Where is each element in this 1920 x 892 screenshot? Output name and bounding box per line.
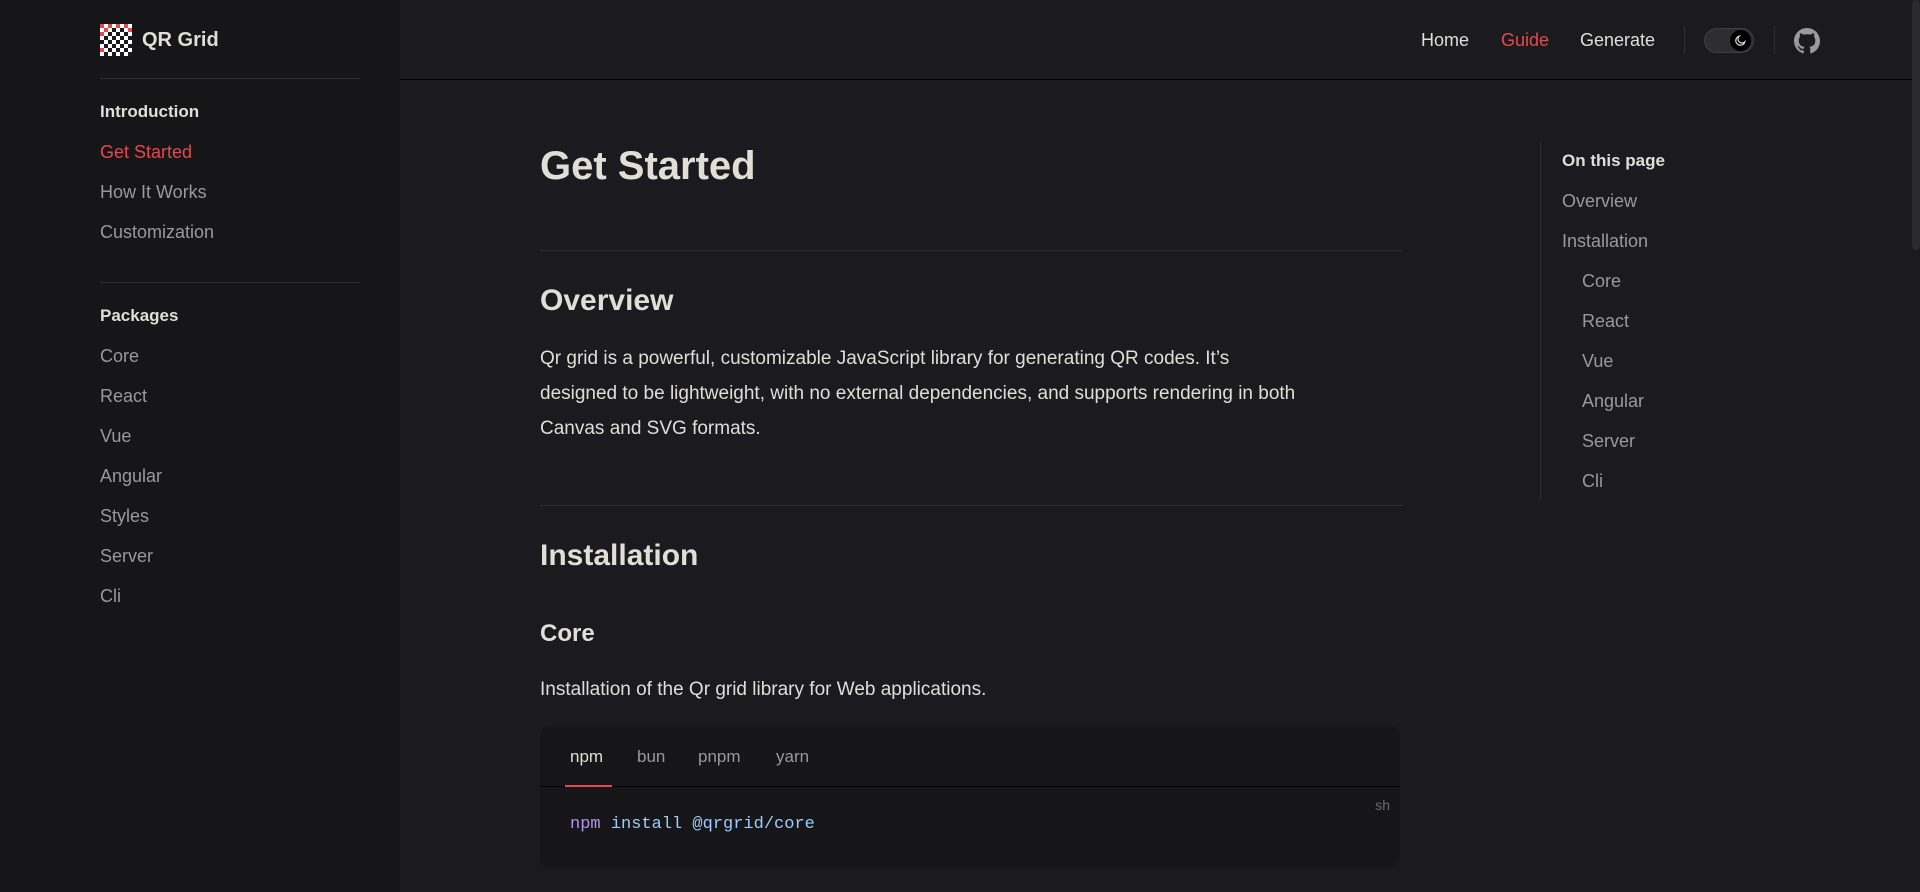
sidebar-item-customization[interactable]: Customization [100,212,214,252]
code-command: npm [570,815,601,834]
sidebar-item-vue[interactable]: Vue [100,416,178,456]
sidebar-divider [100,78,360,79]
nav-guide-wrap: Guide [1501,0,1549,80]
sidebar-item-how-it-works[interactable]: How It Works [100,172,214,212]
toc-item-react[interactable]: React [1582,302,1629,340]
nav-home-wrap: Home [1421,0,1469,80]
overview-heading: Overview [540,284,674,317]
code-line[interactable]: npm install @qrgrid/core [570,815,815,834]
active-tab-indicator [565,785,612,787]
nav-divider [1684,26,1685,54]
sidebar-item-react[interactable]: React [100,376,178,416]
on-this-page-toc: On this page Overview Installation Core … [1540,142,1800,500]
installation-heading: Installation [540,539,699,572]
theme-toggle[interactable] [1704,28,1754,53]
sidebar-item-cli[interactable]: Cli [100,576,178,616]
scrollbar-thumb[interactable] [1912,0,1920,250]
toc-item-installation[interactable]: Installation [1562,222,1648,260]
page-title: Get Started [540,144,756,188]
core-heading: Core [540,620,595,647]
toc-item-cli[interactable]: Cli [1582,462,1603,500]
sidebar-group-title: Introduction [100,102,200,121]
code-arguments: install @qrgrid/core [610,815,815,834]
code-tab-yarn[interactable]: yarn [776,727,809,787]
brand-name: QR Grid [142,28,219,51]
github-icon[interactable] [1794,28,1820,54]
code-tabs: npm bun pnpm yarn [540,727,1400,787]
code-tab-pnpm[interactable]: pnpm [698,727,741,787]
sidebar-item-styles[interactable]: Styles [100,496,178,536]
qr-logo-icon [100,24,132,56]
code-language-label: sh [1375,797,1390,813]
sidebar-item-angular[interactable]: Angular [100,456,178,496]
toc-item-server[interactable]: Server [1582,422,1635,460]
toggle-knob [1730,30,1751,51]
overview-line: Canvas and SVG formats. [540,418,761,439]
nav-link-home[interactable]: Home [1421,30,1469,51]
toc-item-overview[interactable]: Overview [1562,182,1637,220]
sidebar-item-server[interactable]: Server [100,536,178,576]
toc-item-vue[interactable]: Vue [1582,342,1613,380]
sidebar-item-get-started[interactable]: Get Started [100,132,214,172]
code-tab-npm[interactable]: npm [570,727,603,787]
sidebar-group-introduction: Introduction Get Started How It Works Cu… [100,92,214,252]
page-scrollbar[interactable] [1912,0,1920,892]
brand[interactable]: QR Grid [100,24,219,56]
code-tab-bun[interactable]: bun [637,727,665,787]
toc-title: On this page [1562,151,1665,170]
moon-icon [1735,34,1747,46]
core-description: Installation of the Qr grid library for … [540,679,987,700]
nav-link-generate[interactable]: Generate [1580,30,1655,51]
sidebar-item-core[interactable]: Core [100,336,178,376]
sidebar-group-title: Packages [100,306,179,325]
section-divider [540,505,1402,506]
nav-link-guide[interactable]: Guide [1501,30,1549,51]
toc-item-angular[interactable]: Angular [1582,382,1644,420]
top-navbar: Home Guide Generate [400,0,1920,80]
section-divider [540,250,1402,251]
sidebar-group-packages: Packages Core React Vue Angular Styles S… [100,296,178,616]
code-block: npm bun pnpm yarn sh npm install @qrgrid… [540,727,1400,867]
sidebar-divider [100,282,360,283]
sidebar: QR Grid Introduction Get Started How It … [0,0,400,892]
overview-line: Qr grid is a powerful, customizable Java… [540,348,1230,369]
overview-line: designed to be lightweight, with no exte… [540,383,1296,404]
toc-item-core[interactable]: Core [1582,262,1621,300]
nav-generate-wrap: Generate [1580,0,1655,80]
nav-divider [1774,26,1775,54]
